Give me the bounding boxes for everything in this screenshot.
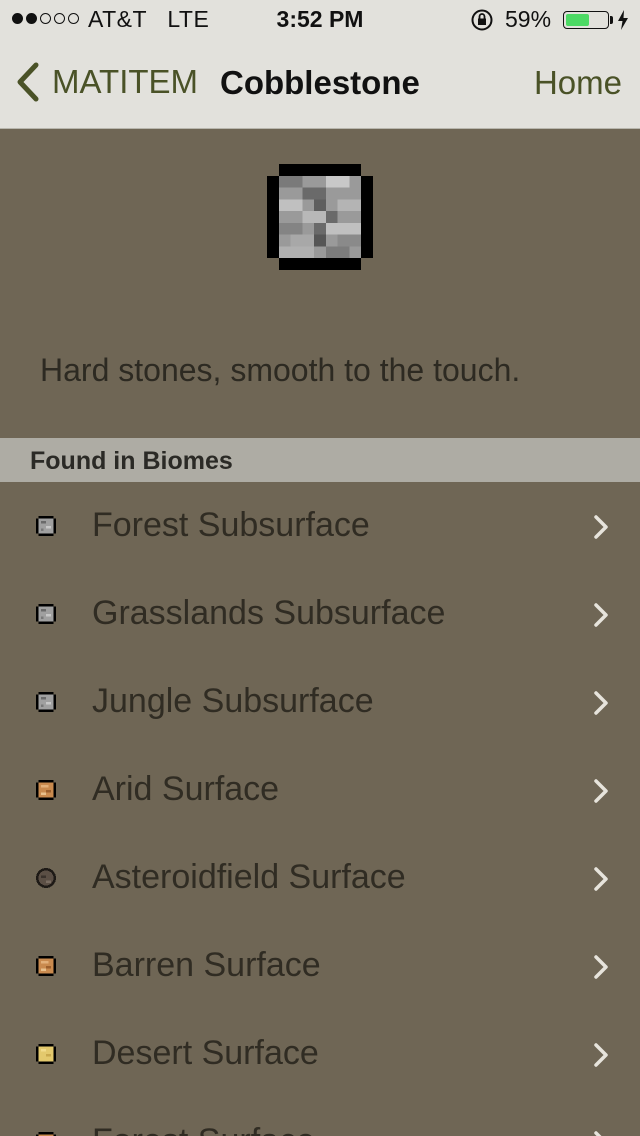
sandstone-icon [36,780,56,800]
list-item[interactable]: Jungle Subsurface [0,658,640,746]
charging-bolt-icon [618,10,628,30]
list-item[interactable]: Desert Surface [0,1010,640,1098]
stone-icon [36,516,56,536]
item-description: Hard stones, smooth to the touch. [40,352,521,388]
battery-icon [563,11,609,29]
sand-icon [36,1044,56,1064]
list-item[interactable]: Asteroidfield Surface [0,834,640,922]
asteroid-icon [36,868,56,888]
stone-icon [36,692,56,712]
list-item-label: Grasslands Subsurface [92,594,446,632]
status-bar: AT&T LTE 3:52 PM 59% [0,0,640,40]
sandstone-icon [36,956,56,976]
list-item[interactable]: Barren Surface [0,922,640,1010]
chevron-left-icon [17,62,39,102]
chevron-right-icon [594,779,608,803]
chevron-right-icon [594,867,608,891]
list-item-label: Barren Surface [92,946,321,984]
list-item[interactable]: Grasslands Subsurface [0,570,640,658]
list-item-label: Forest Subsurface [92,506,370,544]
list-item[interactable]: Forest Subsurface [0,482,640,570]
list-item-label: Asteroidfield Surface [92,858,406,896]
list-item[interactable]: Forest Surface [0,1098,640,1136]
chevron-right-icon [594,1131,602,1136]
section-header: Found in Biomes [0,438,640,482]
home-button[interactable]: Home [534,64,622,102]
rotation-lock-icon [471,9,493,31]
cobblestone-icon [267,164,373,270]
chevron-right-icon [594,955,608,979]
battery-percent: 59% [505,6,552,32]
list-item-label: Forest Surface [92,1122,315,1136]
chevron-right-icon [594,603,608,627]
back-button-label: MATITEM [52,63,199,100]
list-item-label: Arid Surface [92,770,280,808]
chevron-right-icon [594,1043,608,1067]
list-item[interactable]: Arid Surface [0,746,640,834]
list-item-label: Jungle Subsurface [92,682,374,720]
page-title: Cobblestone [220,64,420,101]
battery-fill [566,14,589,26]
biome-list: Forest Subsurface Grasslands Subsurface Ju… [0,482,640,1136]
chevron-right-icon [594,515,608,539]
battery-nub [610,16,613,24]
back-button[interactable]: MATITEM [14,62,198,102]
screen: AT&T LTE 3:52 PM 59% MATITEM Cobblestone… [0,0,640,1136]
chevron-right-icon [594,691,608,715]
top-bar: AT&T LTE 3:52 PM 59% MATITEM Cobblestone… [0,0,640,129]
list-item-label: Desert Surface [92,1034,319,1072]
sandstone-icon [36,1132,56,1136]
navigation-bar: MATITEM Cobblestone Home [0,40,640,128]
section-title: Found in Biomes [30,447,233,475]
stone-icon [36,604,56,624]
